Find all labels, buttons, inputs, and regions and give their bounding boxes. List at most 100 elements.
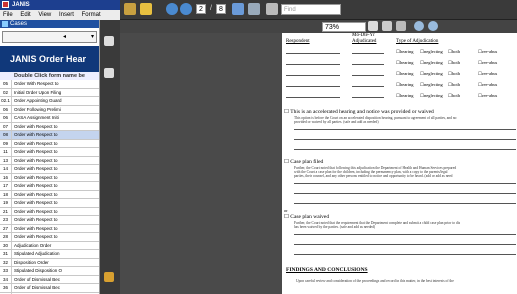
adjudication-type-checkbox[interactable]: ☐neglecting [420,93,443,99]
order-list-item[interactable]: 33 Stipulated Disposition O [0,267,99,276]
text-line[interactable] [294,193,516,194]
order-number: 33 [0,267,12,275]
case-plan-filed-checkbox[interactable]: ☐ Case plan filed [284,159,323,165]
order-list-item[interactable]: 06 Order Following Prelimi [0,105,99,114]
chevron-down-icon[interactable]: ▾ [91,33,94,40]
select-tool-icon[interactable] [368,21,378,31]
page-number-input[interactable]: 2 [196,4,206,14]
adjudication-type-checkbox[interactable]: ☐ree-abus [478,60,497,66]
menu-format[interactable]: Format [82,12,101,18]
signatures-icon[interactable] [104,272,114,282]
adjudication-type-checkbox[interactable]: ☐hearing [396,82,414,88]
order-list-item[interactable]: 11 Order with Respect to [0,148,99,157]
respondent-field[interactable] [286,86,340,87]
respondent-field[interactable] [286,64,340,65]
adjudicated-date-field[interactable] [352,64,384,65]
bookmarks-icon[interactable] [104,68,114,78]
email-icon[interactable] [248,3,260,15]
adjudication-type-checkbox[interactable]: ☐both [448,71,460,77]
accelerated-checkbox[interactable]: ☐ This is an accelerated hearing and not… [284,109,434,115]
find-input[interactable]: Find [281,4,341,15]
adjudication-type-checkbox[interactable]: ☐both [448,93,460,99]
adjudication-type-checkbox[interactable]: ☐both [448,49,460,55]
menu-edit[interactable]: Edit [20,12,30,18]
text-line[interactable] [294,254,516,255]
order-list-item[interactable]: 21 Order with Respect to [0,207,99,216]
adjudicated-date-field[interactable] [352,53,384,54]
zoom-select[interactable]: 73% [322,22,366,32]
adjudication-type-checkbox[interactable]: ☐hearing [396,49,414,55]
order-number: 34 [0,275,12,284]
adjudication-type-checkbox[interactable]: ☐both [448,60,460,66]
zoom-in-icon[interactable] [428,21,438,31]
adjudicated-date-field[interactable] [352,75,384,76]
case-plan-waived-checkbox[interactable]: ☐ Case plan waived [284,214,329,220]
adjudication-type-checkbox[interactable]: ☐neglecting [420,82,443,88]
order-list-item[interactable]: 07 Order with Respect to [0,122,99,131]
save-icon[interactable] [140,3,152,15]
text-line[interactable] [294,139,516,140]
text-line[interactable] [294,203,516,204]
order-list-item[interactable]: 06 CASA Assignment Initi [0,114,99,123]
menu-view[interactable]: View [38,12,51,18]
next-page-icon[interactable] [180,3,192,15]
order-number: 31 [0,250,12,258]
order-label: Order with Respect to [14,140,58,146]
order-list-item[interactable]: 23 Order with Respect to [0,216,99,225]
order-number: 32 [0,258,12,267]
order-list-item[interactable]: 05 Order With Respect to [0,80,99,89]
adjudication-type-checkbox[interactable]: ☐hearing [396,60,414,66]
respondent-field[interactable] [286,53,340,54]
adjudication-type-checkbox[interactable]: ☐ree-abus [478,71,497,77]
adjudication-type-checkbox[interactable]: ☐ree-abus [478,82,497,88]
pages-icon[interactable] [104,36,114,46]
order-number: 27 [0,224,12,233]
order-list-item[interactable]: 27 Order with Respect to [0,224,99,233]
adjudication-type-checkbox[interactable]: ☐neglecting [420,71,443,77]
open-folder-icon[interactable] [124,3,136,15]
order-list-item[interactable]: 13 Order with Respect to [0,156,99,165]
text-line[interactable] [294,183,516,184]
adjudicated-date-field[interactable] [352,97,384,98]
order-list-item[interactable]: 17 Order with Respect to [0,182,99,191]
order-list-item[interactable]: 34 Order of Dismissal Bec [0,275,99,284]
print-icon[interactable] [232,3,244,15]
order-list-item[interactable]: 14 Order with Respect to [0,165,99,174]
adjudication-type-checkbox[interactable]: ☐hearing [396,71,414,77]
hand-tool-icon[interactable] [382,21,392,31]
text-line[interactable] [294,149,516,150]
order-list-item[interactable]: 18 Order with Respect to [0,190,99,199]
order-list-item[interactable]: 08 Order with Respect to [0,131,99,140]
order-list-item[interactable]: 02 Initial Order Upon Filing [0,88,99,97]
adjudicated-date-field[interactable] [352,86,384,87]
adjudication-type-checkbox[interactable]: ☐neglecting [420,49,443,55]
adjudication-type-checkbox[interactable]: ☐ree-abus [478,49,497,55]
order-list-item[interactable]: 28 Order with Respect to [0,233,99,242]
order-list-item[interactable]: 09 Order with Respect to [0,139,99,148]
adjudication-type-checkbox[interactable]: ☐hearing [396,93,414,99]
snapshot-icon[interactable] [396,21,406,31]
pin-icon[interactable]: ◂ [63,33,66,40]
order-list-item[interactable]: 31 Stipulated Adjudication [0,250,99,259]
order-list-item[interactable]: 32 Disposition Order [0,258,99,267]
order-list-item[interactable]: 16 Order with Respect to [0,173,99,182]
zoom-out-icon[interactable] [414,21,424,31]
order-list-item[interactable]: 02.1 Order Appointing Guard [0,97,99,106]
order-label: Adjudication Order [14,242,52,248]
order-list-item[interactable]: 30 Adjudication Order [0,241,99,250]
text-line[interactable] [294,244,516,245]
text-line[interactable] [294,129,516,130]
text-line[interactable] [294,234,516,235]
menu-file[interactable]: File [3,12,13,18]
find-icon[interactable] [266,3,278,15]
adjudication-type-checkbox[interactable]: ☐neglecting [420,60,443,66]
respondent-field[interactable] [286,97,340,98]
case-select[interactable]: ◂ ▾ [2,31,97,43]
adjudication-type-checkbox[interactable]: ☐ree-abus [478,93,497,99]
menu-insert[interactable]: Insert [59,12,74,18]
order-list-item[interactable]: 19 Order with Respect to [0,199,99,208]
adjudication-type-checkbox[interactable]: ☐both [448,82,460,88]
previous-page-icon[interactable] [166,3,178,15]
respondent-field[interactable] [286,75,340,76]
order-list-item[interactable]: 36 Order of Dismissal Bec [0,284,99,293]
